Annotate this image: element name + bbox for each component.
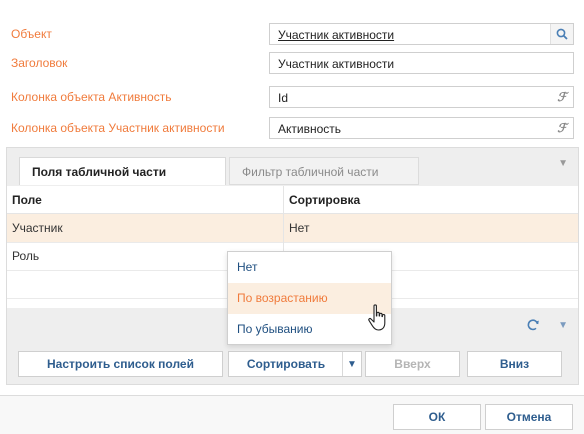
column-header-field[interactable]: Поле: [7, 186, 283, 213]
formula-icon[interactable]: ℱ: [551, 87, 573, 107]
row-sort-cell: Нет: [283, 214, 578, 242]
field-caption-label: Заголовок: [11, 56, 68, 70]
table-row[interactable]: Участник Нет: [7, 214, 578, 243]
grid-menu-icon[interactable]: ▼: [558, 320, 568, 331]
field-participant-column: Колонка объекта Участник активности Акти…: [0, 115, 584, 141]
object-input[interactable]: Участник активности: [269, 23, 574, 45]
caption-input[interactable]: Участник активности: [269, 52, 574, 74]
field-activity-column: Колонка объекта Активность Id ℱ: [0, 84, 584, 110]
search-icon[interactable]: [550, 24, 573, 44]
column-header-sort[interactable]: Сортировка: [283, 186, 578, 213]
refresh-icon[interactable]: [526, 318, 540, 335]
caption-input-value: Участник активности: [278, 57, 395, 71]
configure-fields-button[interactable]: Настроить список полей: [18, 351, 223, 377]
field-object: Объект Участник активности: [0, 21, 584, 47]
activity-column-input[interactable]: Id ℱ: [269, 86, 574, 108]
hand-cursor-icon: [368, 304, 386, 331]
dialog-footer: ОК Отмена: [0, 395, 584, 434]
chevron-down-icon[interactable]: ▼: [342, 352, 361, 376]
tab-fields[interactable]: Поля табличной части: [19, 157, 226, 185]
object-input-value: Участник активности: [278, 28, 395, 42]
sort-button[interactable]: Сортировать ▼: [228, 351, 362, 377]
cancel-button[interactable]: Отмена: [485, 404, 573, 430]
move-down-button[interactable]: Вниз: [467, 351, 562, 377]
sort-option-none[interactable]: Нет: [228, 252, 391, 283]
activity-column-input-value: Id: [278, 91, 289, 105]
sort-button-label: Сортировать: [246, 357, 326, 371]
move-up-button[interactable]: Вверх: [365, 351, 460, 377]
participant-column-input[interactable]: Активность ℱ: [269, 117, 574, 139]
formula-icon[interactable]: ℱ: [551, 118, 573, 138]
tab-menu-icon[interactable]: ▼: [558, 158, 568, 169]
participant-column-input-value: Активность: [278, 122, 342, 136]
field-caption: Заголовок Участник активности: [0, 50, 584, 76]
tab-bar: Поля табличной части Фильтр табличной ча…: [7, 148, 578, 186]
field-activity-column-label: Колонка объекта Активность: [11, 90, 172, 104]
tab-filter[interactable]: Фильтр табличной части: [229, 157, 419, 185]
grid-header: Поле Сортировка: [7, 186, 578, 214]
row-field-cell: Участник: [12, 221, 63, 235]
ok-button[interactable]: ОК: [393, 404, 481, 430]
field-object-label: Объект: [11, 27, 52, 41]
field-participant-column-label: Колонка объекта Участник активности: [11, 121, 225, 135]
